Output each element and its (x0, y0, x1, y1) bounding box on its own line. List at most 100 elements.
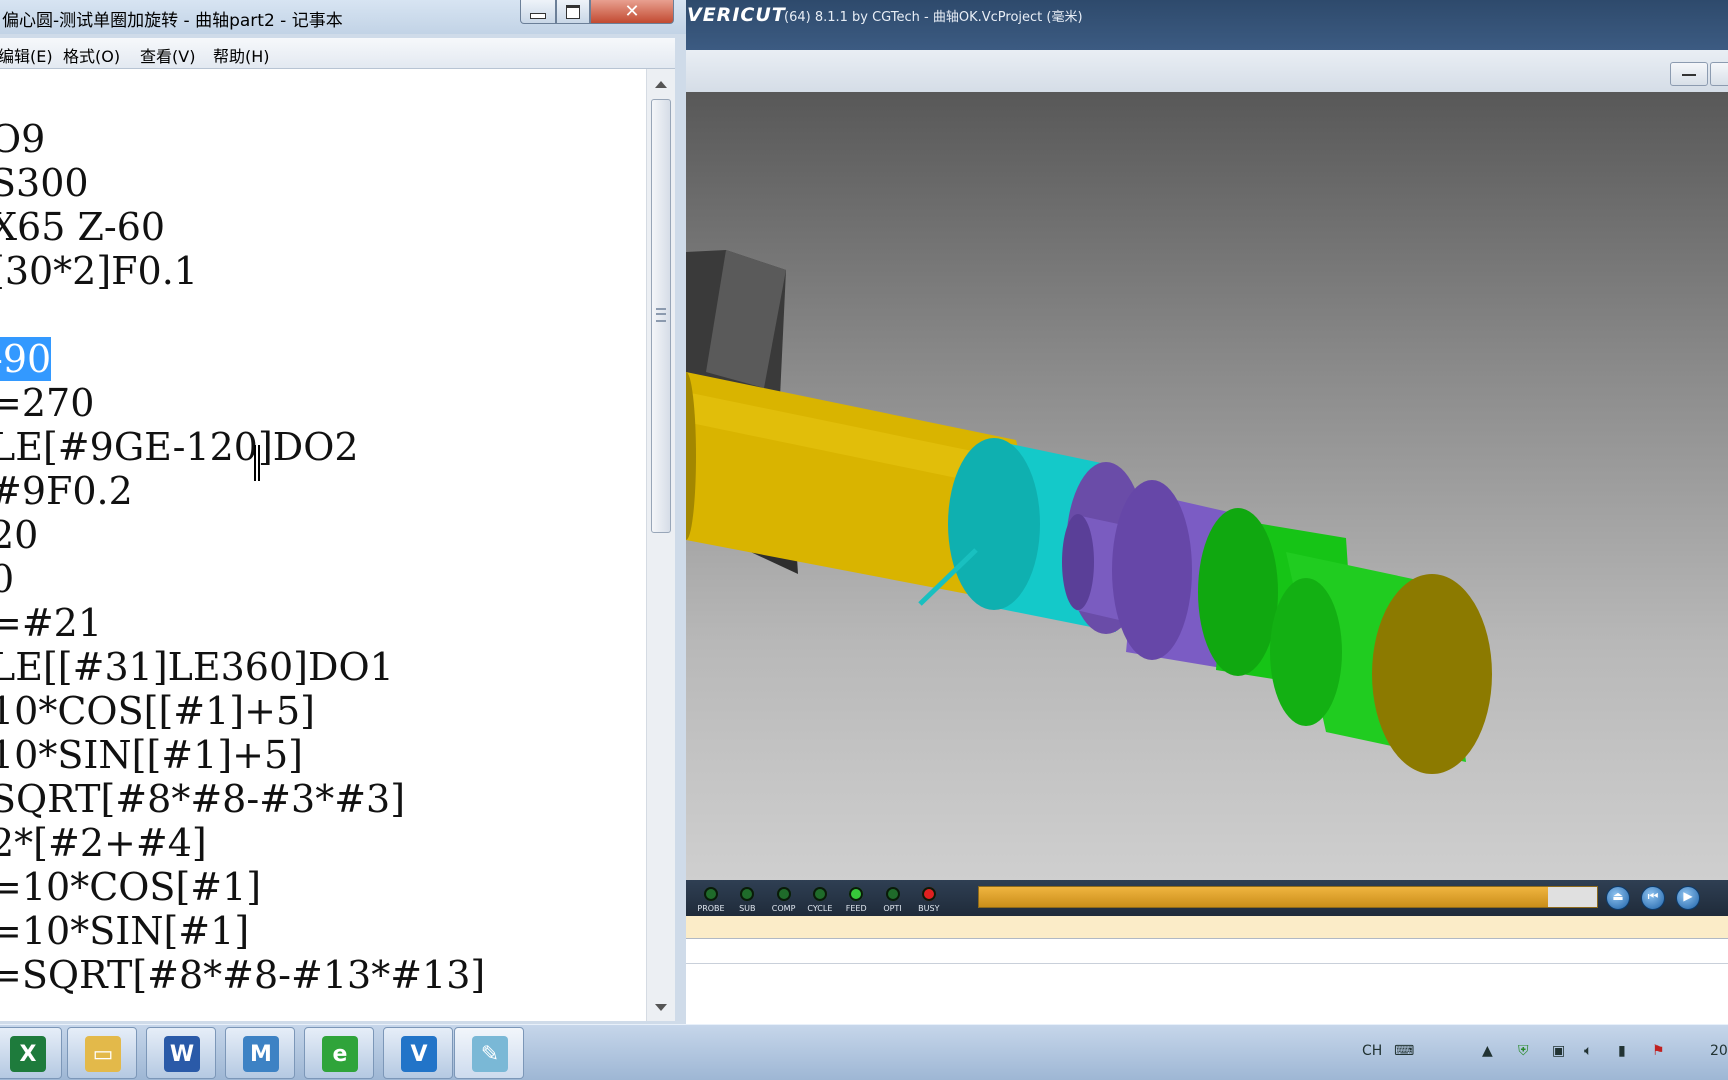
taskbar: X ▭ W M e V ✎ CH ⌨ ▲ ⛨ ▣ 🔈︎ ▮ ⚑ 20 (0, 1024, 1728, 1080)
status-led-sub: SUB (727, 885, 767, 915)
keyboard-icon[interactable]: ⌨ (1394, 1043, 1414, 1059)
code-line-text: O9 (0, 117, 46, 161)
code-line-text: =10*SIN[#1] (0, 909, 250, 953)
progress-bar (978, 886, 1598, 908)
status-led-feed: FEED (836, 885, 876, 915)
code-line: =#21 (0, 601, 485, 645)
green-shaft-lobe (1270, 578, 1342, 726)
code-line: 0 (0, 557, 485, 601)
taskbar-explorer[interactable]: ▭ (67, 1027, 137, 1079)
code-line-text: 10*SIN[[#1]+5] (0, 733, 303, 777)
led-icon (921, 887, 936, 901)
status-led-probe: PROBE (691, 885, 731, 915)
taskbar-excel[interactable]: X (0, 1027, 62, 1079)
code-line: S300 (0, 161, 485, 205)
close-icon: ✕ (624, 1, 640, 22)
led-icon (704, 887, 718, 901)
taskbar-word[interactable]: W (146, 1027, 216, 1079)
notepad-title-bar[interactable]: 偏心圆-测试单圈加旋转 - 曲轴part2 - 记事本 ✕ (0, 0, 686, 34)
code-line-text: [30*2]F0.1 (0, 249, 198, 293)
close-button[interactable]: ✕ (590, 0, 674, 24)
menu-view[interactable]: 查看(V) (140, 43, 195, 67)
flag-icon[interactable]: ⚑ (1652, 1043, 1665, 1059)
notepad-icon: ✎ (472, 1036, 508, 1072)
code-line-text: =#21 (0, 601, 103, 645)
network-device-icon[interactable]: ▣ (1552, 1043, 1565, 1059)
ie-icon: e (322, 1036, 358, 1072)
code-line: LE[[#31]LE360]DO1 (0, 645, 485, 689)
code-line-text: 2*[#2+#4] (0, 821, 207, 865)
maximize-icon (566, 4, 580, 19)
ime-indicator[interactable]: CH (1362, 1043, 1382, 1059)
show-hidden-icon[interactable]: ▲ (1482, 1043, 1493, 1059)
code-line: -90 (0, 337, 485, 381)
clock[interactable]: 20 (1710, 1043, 1728, 1059)
taskbar-ie[interactable]: e (304, 1027, 374, 1079)
volume-icon[interactable]: 🔈︎ (1584, 1043, 1592, 1059)
vertical-scrollbar[interactable] (646, 69, 675, 1021)
crankshaft-model (686, 250, 1492, 774)
code-line-text: S300 (0, 161, 89, 205)
status-led-busy: BUSY (909, 885, 949, 915)
green-web-face (1198, 508, 1278, 676)
info-bar (686, 916, 1728, 939)
code-line: 10*SIN[[#1]+5] (0, 733, 485, 777)
led-icon (812, 887, 827, 901)
code-line: LE[#9GE-120]DO2 (0, 425, 485, 469)
vericut-icon: V (401, 1036, 437, 1072)
play-icon: ▶ (1683, 889, 1693, 903)
taskbar-mastercam[interactable]: M (225, 1027, 295, 1079)
led-label: SUB (739, 904, 756, 913)
code-line: O9 (0, 117, 485, 161)
led-icon (776, 887, 791, 901)
code-line-text: =270 (0, 381, 95, 425)
vericut-title-bar[interactable]: VERICUT (64) 8.1.1 by CGTech - 曲轴OK.VcPr… (686, 0, 1728, 50)
system-tray: CH ⌨ ▲ ⛨ ▣ 🔈︎ ▮ ⚑ 20 (1356, 1025, 1728, 1080)
taskbar-notepad[interactable]: ✎ (454, 1027, 524, 1079)
code-line-text: LE[[#31]LE360]DO1 (0, 645, 394, 689)
3d-viewport[interactable] (686, 92, 1728, 880)
signal-icon[interactable]: ▮ (1618, 1043, 1626, 1059)
scrollbar-thumb[interactable] (651, 99, 671, 533)
scroll-up-icon[interactable] (655, 81, 667, 88)
code-line-text: LE[#9GE-120]DO2 (0, 425, 359, 469)
code-line-text: -90 (0, 337, 52, 381)
code-line: =10*SIN[#1] (0, 909, 485, 953)
led-label: BUSY (918, 904, 940, 913)
maximize-button[interactable] (556, 0, 590, 24)
minimize-icon (530, 12, 546, 19)
play-button[interactable]: ▶ (1676, 886, 1700, 910)
notepad-menubar: 编辑(E) 格式(O) 查看(V) 帮助(H) (0, 38, 675, 69)
text-cursor (254, 445, 260, 481)
scroll-down-icon[interactable] (655, 1004, 667, 1011)
excel-icon: X (10, 1036, 46, 1072)
log-panel[interactable] (686, 938, 1728, 1025)
code-lines: O9S300X65 Z-60[30*2]F0.1 -90=270LE[#9GE-1… (0, 117, 485, 997)
notepad-text-area[interactable]: O9S300X65 Z-60[30*2]F0.1 -90=270LE[#9GE-1… (0, 69, 674, 1021)
code-line-text: =SQRT[#8*#8-#13*#13] (0, 953, 486, 997)
code-line: #9F0.2 (0, 469, 485, 513)
led-label: PROBE (697, 904, 725, 913)
rewind-button[interactable]: ⏏ (1606, 886, 1630, 910)
code-line-text: =10*COS[#1] (0, 865, 262, 909)
code-line: 2*[#2+#4] (0, 821, 485, 865)
status-led-comp: COMP (764, 885, 804, 915)
shield-icon[interactable]: ⛨ (1518, 1043, 1529, 1059)
cyan-face (948, 438, 1040, 610)
explorer-icon: ▭ (85, 1036, 121, 1072)
taskbar-vericut[interactable]: V (383, 1027, 453, 1079)
minimize-button[interactable] (520, 0, 556, 24)
menu-format[interactable]: 格式(O) (63, 43, 120, 67)
word-icon: W (164, 1036, 200, 1072)
code-line: SQRT[#8*#8-#3*#3] (0, 777, 485, 821)
code-line-text: 10*COS[[#1]+5] (0, 689, 315, 733)
reset-button[interactable]: ⏮ (1641, 886, 1665, 910)
menu-edit[interactable]: 编辑(E) (0, 43, 53, 67)
view-restore-button[interactable] (1710, 62, 1728, 86)
purple-web-face (1112, 480, 1192, 660)
menu-help[interactable]: 帮助(H) (213, 43, 270, 67)
rewind-icon: ⏮ (1647, 889, 1659, 903)
led-icon (740, 887, 755, 901)
view-minimize-button[interactable] (1670, 62, 1708, 86)
